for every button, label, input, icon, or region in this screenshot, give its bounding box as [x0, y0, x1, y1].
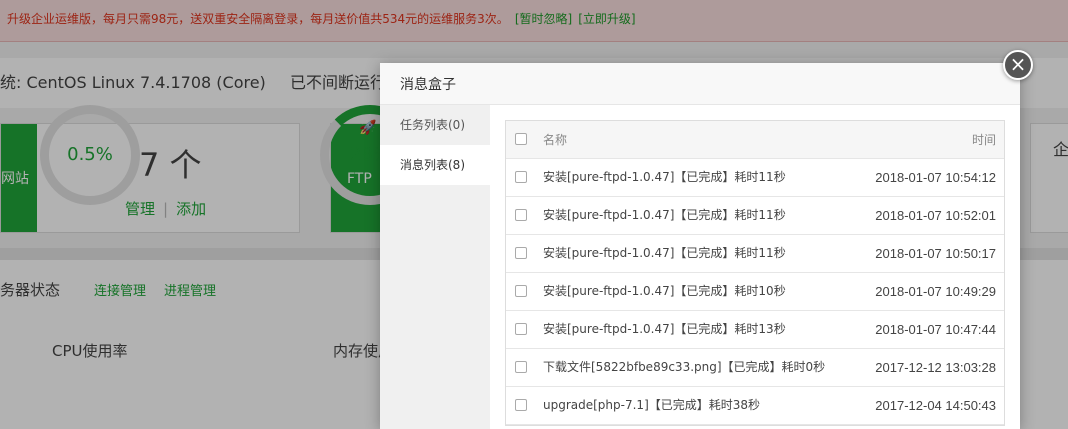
- column-time-header: 时间: [971, 133, 996, 147]
- row-name: upgrade[php-7.1]【已完成】耗时38秒: [543, 398, 761, 412]
- close-icon[interactable]: ×: [1003, 50, 1033, 80]
- row-time: 2018-01-07 10:54:12: [875, 170, 996, 185]
- row-checkbox[interactable]: [515, 285, 527, 297]
- modal-sidebar: 任务列表(0) 消息列表(8): [380, 105, 490, 429]
- select-all-checkbox[interactable]: [515, 133, 527, 145]
- tab-message-list[interactable]: 消息列表(8): [380, 145, 490, 185]
- row-name: 安装[pure-ftpd-1.0.47]【已完成】耗时11秒: [543, 170, 786, 184]
- table-header: 名称 时间: [506, 121, 1004, 159]
- tab-task-list[interactable]: 任务列表(0): [380, 105, 490, 145]
- row-name: 安装[pure-ftpd-1.0.47]【已完成】耗时13秒: [543, 322, 786, 336]
- row-name: 安装[pure-ftpd-1.0.47]【已完成】耗时11秒: [543, 246, 786, 260]
- row-time: 2018-01-07 10:50:17: [875, 246, 996, 261]
- row-time: 2018-01-07 10:52:01: [875, 208, 996, 223]
- table-row: 安装[pure-ftpd-1.0.47]【已完成】耗时11秒 2018-01-0…: [506, 235, 1004, 273]
- table-row: upgrade[php-7.1]【已完成】耗时38秒 2017-12-04 14…: [506, 387, 1004, 425]
- row-name: 下载文件[5822bfbe89c33.png]【已完成】耗时0秒: [543, 360, 826, 374]
- row-name: 安装[pure-ftpd-1.0.47]【已完成】耗时10秒: [543, 284, 786, 298]
- row-checkbox[interactable]: [515, 171, 527, 183]
- table-row: 安装[pure-ftpd-1.0.47]【已完成】耗时11秒 2018-01-0…: [506, 159, 1004, 197]
- table-row: 下载文件[5822bfbe89c33.png]【已完成】耗时0秒 2017-12…: [506, 349, 1004, 387]
- table-row: 安装[pure-ftpd-1.0.47]【已完成】耗时10秒 2018-01-0…: [506, 273, 1004, 311]
- column-name-header: 名称: [543, 133, 568, 147]
- row-time: 2017-12-04 14:50:43: [875, 398, 996, 413]
- message-box-modal: 消息盒子 任务列表(0) 消息列表(8) 名称 时间 安装[pure-ftpd-…: [380, 63, 1020, 429]
- row-time: 2017-12-12 13:03:28: [875, 360, 996, 375]
- row-name: 安装[pure-ftpd-1.0.47]【已完成】耗时11秒: [543, 208, 786, 222]
- modal-title: 消息盒子: [400, 77, 456, 93]
- message-table: 名称 时间 安装[pure-ftpd-1.0.47]【已完成】耗时11秒 201…: [505, 120, 1005, 426]
- row-checkbox[interactable]: [515, 247, 527, 259]
- modal-header: 消息盒子: [380, 63, 1020, 105]
- row-checkbox[interactable]: [515, 399, 527, 411]
- row-time: 2018-01-07 10:47:44: [875, 322, 996, 337]
- row-checkbox[interactable]: [515, 323, 527, 335]
- row-time: 2018-01-07 10:49:29: [875, 284, 996, 299]
- table-row: 安装[pure-ftpd-1.0.47]【已完成】耗时13秒 2018-01-0…: [506, 311, 1004, 349]
- row-checkbox[interactable]: [515, 209, 527, 221]
- row-checkbox[interactable]: [515, 361, 527, 373]
- table-row: 安装[pure-ftpd-1.0.47]【已完成】耗时11秒 2018-01-0…: [506, 197, 1004, 235]
